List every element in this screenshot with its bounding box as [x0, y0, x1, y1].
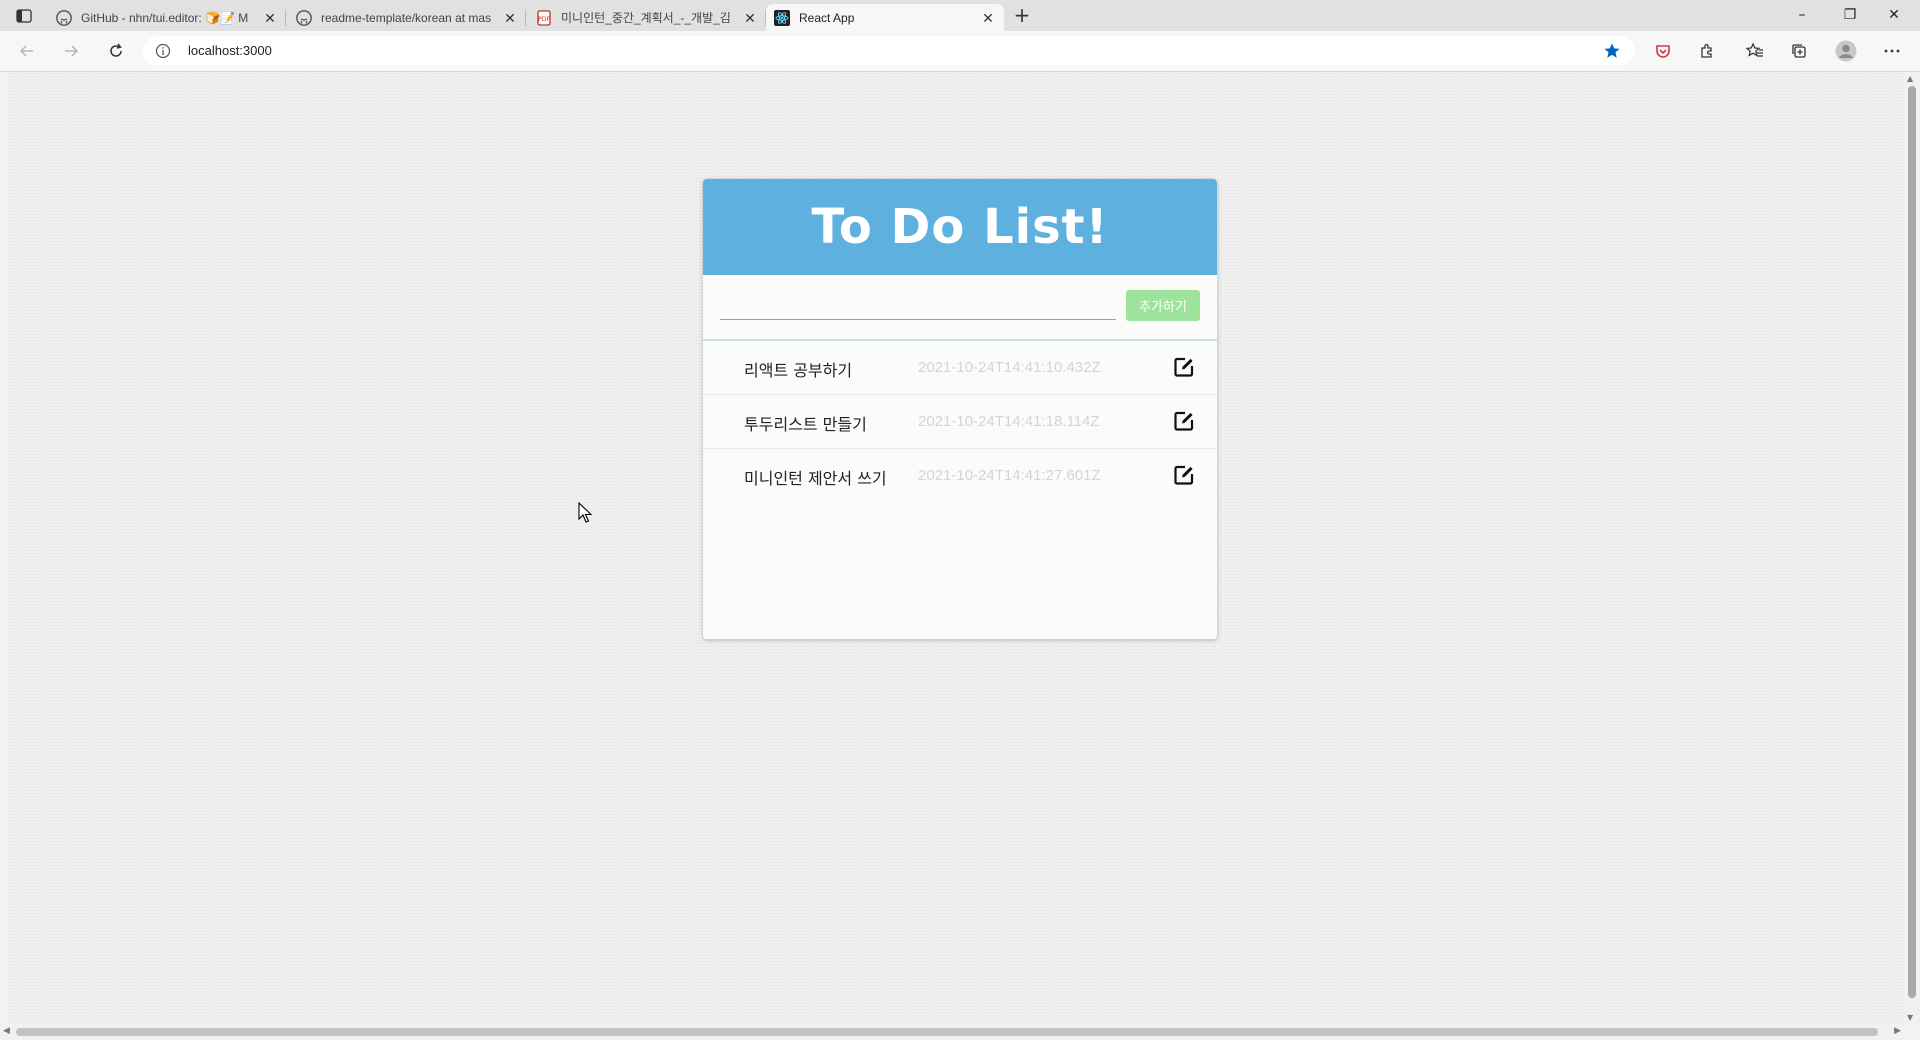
todo-timestamp: 2021-10-24T14:41:27.601Z [918, 467, 1101, 484]
tab-react-app[interactable]: React App ✕ [766, 4, 1004, 31]
todo-header: To Do List! [703, 179, 1217, 275]
edit-icon[interactable] [1173, 464, 1195, 486]
scroll-left-arrow-icon[interactable]: ◀ [3, 1026, 10, 1036]
tab-strip: GitHub - nhn/tui.editor: 🍞📝 M ✕ readme-t… [0, 0, 1920, 31]
forward-button[interactable] [56, 37, 86, 65]
add-todo-button[interactable]: 추가하기 [1126, 290, 1200, 321]
browser-toolbar: localhost:3000 [0, 31, 1920, 72]
tab-close-icon[interactable]: ✕ [742, 10, 758, 26]
todo-form: 추가하기 [703, 275, 1217, 341]
tab-close-icon[interactable]: ✕ [980, 10, 996, 26]
todo-timestamp: 2021-10-24T14:41:18.114Z [918, 413, 1100, 430]
tab-pdf-plan[interactable]: PDF 미니인턴_중간_계획서_-_개발_김 ✕ [528, 4, 766, 31]
more-options-icon[interactable] [1878, 37, 1906, 65]
todo-text: 미니인턴 제안서 쓰기 [744, 469, 887, 488]
todo-card: To Do List! 추가하기 리액트 공부하기 2021-10-24T14:… [703, 179, 1217, 639]
restore-button[interactable]: ❐ [1828, 2, 1872, 28]
pdf-icon: PDF [536, 9, 552, 26]
todo-text: 투두리스트 만들기 [744, 415, 867, 434]
back-arrow-icon [19, 45, 33, 57]
favorites-icon[interactable] [1741, 37, 1769, 65]
profile-avatar[interactable] [1832, 37, 1860, 65]
tab-actions-icon[interactable] [10, 5, 38, 27]
mouse-cursor-icon [578, 502, 592, 523]
github-icon [56, 9, 72, 26]
tab-title: GitHub - nhn/tui.editor: 🍞📝 M [81, 10, 249, 25]
url-text[interactable]: localhost:3000 [188, 43, 272, 58]
vertical-scrollbar[interactable]: ▲ ▼ [1904, 72, 1920, 1024]
scroll-down-arrow-icon[interactable]: ▼ [1907, 1013, 1913, 1022]
tab-readme-template[interactable]: readme-template/korean at mas ✕ [288, 4, 526, 31]
back-button[interactable] [12, 37, 42, 65]
refresh-icon [110, 43, 122, 57]
edit-icon[interactable] [1173, 356, 1195, 378]
forward-arrow-icon [65, 45, 79, 57]
extensions-icon[interactable] [1693, 37, 1721, 65]
svg-text:PDF: PDF [538, 16, 550, 23]
address-bar[interactable]: localhost:3000 [143, 36, 1635, 66]
new-tab-button[interactable]: + [1010, 5, 1034, 27]
tab-github-tui-editor[interactable]: GitHub - nhn/tui.editor: 🍞📝 M ✕ [48, 4, 286, 31]
todo-text: 리액트 공부하기 [744, 361, 853, 380]
tab-close-icon[interactable]: ✕ [262, 10, 278, 26]
todo-input[interactable] [720, 289, 1116, 320]
minimize-button[interactable]: – [1780, 2, 1824, 28]
horizontal-scroll-thumb[interactable] [16, 1028, 1878, 1036]
info-icon[interactable] [155, 43, 171, 59]
react-icon [774, 9, 790, 26]
todo-timestamp: 2021-10-24T14:41:10.432Z [918, 359, 1101, 376]
todo-item[interactable]: 미니인턴 제안서 쓰기 2021-10-24T14:41:27.601Z [703, 449, 1217, 502]
scroll-right-arrow-icon[interactable]: ▶ [1894, 1026, 1901, 1036]
tab-title: readme-template/korean at mas [321, 10, 492, 25]
tab-close-icon[interactable]: ✕ [502, 10, 518, 26]
todo-item[interactable]: 리액트 공부하기 2021-10-24T14:41:10.432Z [703, 341, 1217, 395]
tab-title: React App [799, 10, 855, 25]
todo-item[interactable]: 투두리스트 만들기 2021-10-24T14:41:18.114Z [703, 395, 1217, 449]
vertical-scroll-thumb[interactable] [1908, 86, 1916, 998]
horizontal-scrollbar[interactable]: ◀ ▶ [0, 1024, 1904, 1040]
edit-icon[interactable] [1173, 410, 1195, 432]
pocket-extension-icon[interactable] [1649, 37, 1677, 65]
scroll-up-arrow-icon[interactable]: ▲ [1907, 74, 1913, 83]
refresh-button[interactable] [101, 37, 131, 65]
github-icon [296, 9, 312, 26]
page-title: To Do List! [811, 199, 1109, 255]
collections-icon[interactable] [1785, 37, 1813, 65]
tab-title: 미니인턴_중간_계획서_-_개발_김 [561, 11, 731, 25]
favorite-star-icon[interactable] [1603, 42, 1621, 60]
close-window-button[interactable]: ✕ [1872, 2, 1916, 28]
